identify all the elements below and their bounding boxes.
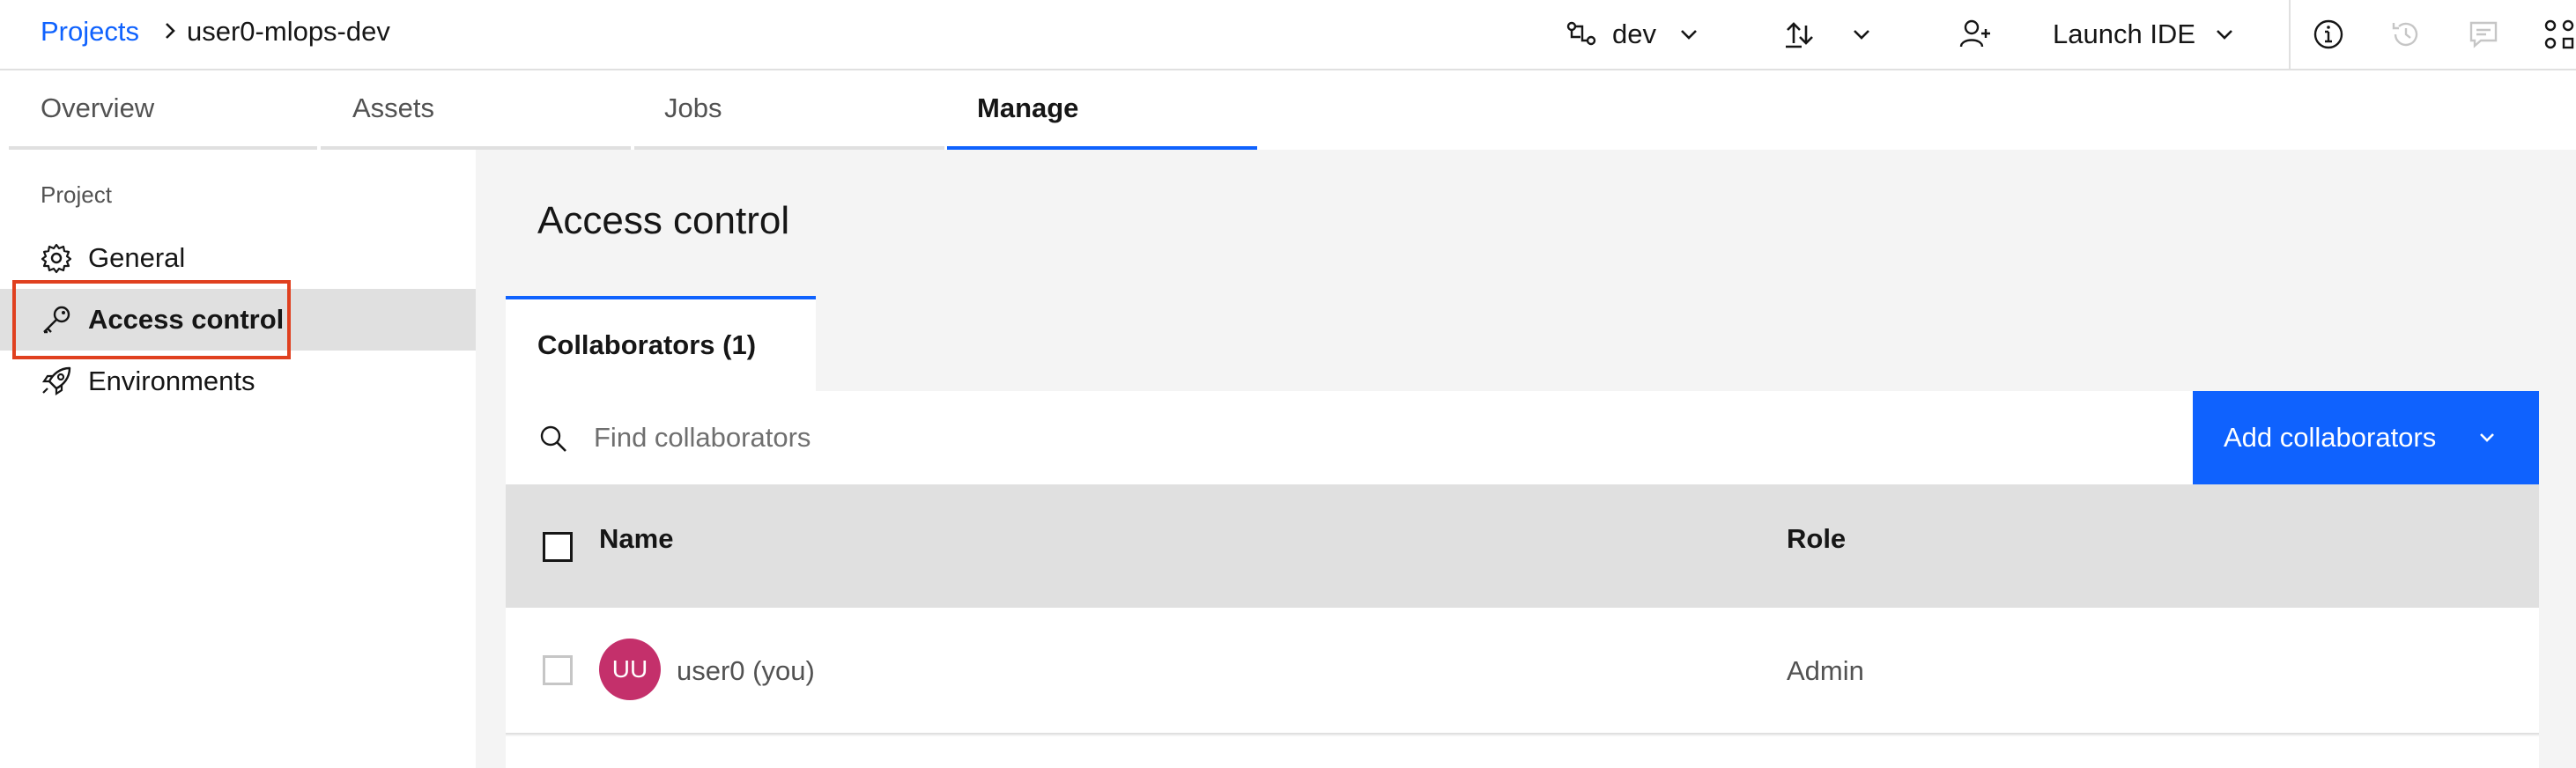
table-row: UU user0 (you) Admin <box>506 608 2539 735</box>
chevron-down-icon <box>2217 30 2232 40</box>
project-tabs: Overview Assets Jobs Manage <box>0 70 2576 150</box>
key-icon <box>43 306 70 334</box>
chevron-down-icon <box>1681 30 1697 40</box>
sync-button[interactable] <box>1783 12 1818 56</box>
add-collaborators-label: Add collaborators <box>2224 422 2437 453</box>
sidebar-heading: Project <box>41 181 112 208</box>
tab-overview[interactable]: Overview <box>9 70 317 150</box>
user-add-icon <box>1959 19 1990 48</box>
header-divider <box>2289 0 2291 70</box>
add-user-button[interactable] <box>1958 12 1993 56</box>
column-header-role[interactable]: Role <box>1787 523 1846 555</box>
tab-assets[interactable]: Assets <box>321 70 631 150</box>
page-title: Access control <box>537 199 790 242</box>
apps-icon <box>2544 19 2574 49</box>
sidebar-item-access-control[interactable]: Access control <box>0 280 476 359</box>
search-input[interactable] <box>594 407 2091 469</box>
collaborator-role[interactable]: Admin <box>1787 655 1864 687</box>
tab-label: Jobs <box>664 92 722 123</box>
apps-button[interactable] <box>2543 12 2576 56</box>
rocket-icon <box>41 366 71 396</box>
sidebar-item-environments[interactable]: Environments <box>0 351 476 412</box>
main-content: Access control Collaborators (1) Add col… <box>476 150 2576 768</box>
row-checkbox[interactable] <box>543 655 573 685</box>
upload-download-icon <box>1786 22 1813 48</box>
sidebar-item-label: Environments <box>88 366 255 396</box>
add-collaborators-button[interactable]: Add collaborators <box>2193 391 2539 484</box>
collaborators-toolbar: Add collaborators <box>506 391 2539 484</box>
history-icon <box>2392 22 2418 47</box>
branch-icon <box>1566 21 1596 46</box>
launch-ide-label: Launch IDE <box>2053 18 2195 49</box>
search-icon <box>540 425 566 452</box>
tab-label: Overview <box>41 92 155 123</box>
select-all-checkbox[interactable] <box>543 532 573 562</box>
info-icon <box>2313 19 2343 49</box>
manage-sidebar: Project General Access control Environme… <box>0 150 476 768</box>
launch-ide-button[interactable]: Launch IDE <box>2053 12 2238 56</box>
chevron-right-icon <box>166 23 175 39</box>
gear-icon <box>41 243 72 274</box>
table-header: Name Role <box>506 484 2539 608</box>
sidebar-item-label: Access control <box>88 304 285 335</box>
info-button[interactable] <box>2312 12 2345 56</box>
breadcrumb-projects-link[interactable]: Projects <box>41 16 139 48</box>
sync-menu-button[interactable] <box>1848 12 1875 56</box>
avatar: UU <box>599 639 661 700</box>
top-header: Projects user0-mlops-dev dev Launch IDE <box>0 0 2576 70</box>
chevron-down-icon <box>1854 30 1869 40</box>
tab-collaborators[interactable]: Collaborators (1) <box>506 296 816 391</box>
table-body-continuation <box>506 736 2539 768</box>
comments-button[interactable] <box>2467 12 2500 56</box>
branch-selector[interactable]: dev <box>1565 12 1702 56</box>
chat-icon <box>2469 21 2498 48</box>
column-header-name[interactable]: Name <box>599 523 673 555</box>
sidebar-item-label: General <box>88 242 186 273</box>
tab-label: Collaborators (1) <box>537 329 757 360</box>
tab-jobs[interactable]: Jobs <box>634 70 944 150</box>
sidebar-item-general[interactable]: General <box>0 227 476 289</box>
tab-label: Assets <box>352 92 435 123</box>
chevron-down-icon <box>2480 433 2494 442</box>
collaborator-name: user0 (you) <box>677 655 815 686</box>
breadcrumb-current-project: user0-mlops-dev <box>187 16 390 47</box>
branch-label: dev <box>1612 18 1656 49</box>
history-button[interactable] <box>2389 12 2423 56</box>
tab-manage[interactable]: Manage <box>947 70 1257 150</box>
tab-label: Manage <box>977 92 1079 123</box>
